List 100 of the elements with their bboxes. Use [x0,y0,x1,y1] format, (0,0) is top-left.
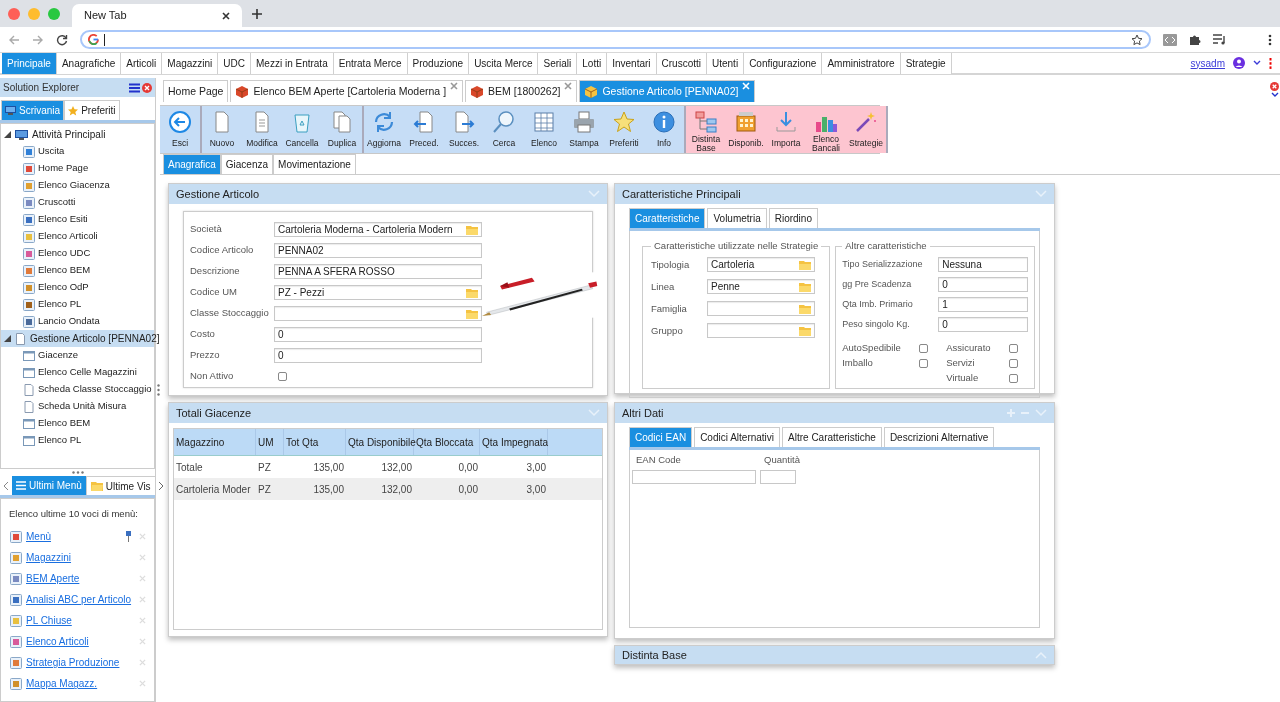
input-field[interactable]: PENNA02 [274,243,482,258]
lookup-field[interactable]: Penne [707,279,815,295]
pin-icon[interactable] [125,531,132,543]
toolbar-button[interactable]: Esci [160,106,200,153]
recent-link[interactable]: Menù [26,529,51,545]
tab[interactable]: Ultime Vis [85,476,156,495]
more-icon[interactable] [1268,33,1272,46]
tree-item[interactable]: Elenco Celle Magazzini [1,364,154,381]
toolbar-button[interactable]: Distinta Base [686,106,726,153]
input-field[interactable] [760,470,796,485]
menu-item[interactable]: UDC [218,52,251,74]
toolbar-button[interactable]: Duplica [322,106,362,153]
splitter-handle-icon[interactable] [156,384,160,396]
chevron-down-icon[interactable] [1253,60,1261,66]
tree-item[interactable]: Scheda Unità Misura [1,398,154,415]
lookup-field[interactable]: Cartoleria Moderna - Cartoleria Modern [274,222,482,237]
user-link[interactable]: sysadm [1190,55,1225,71]
menu-item[interactable]: Inventari [607,52,657,74]
toolbar-button[interactable]: Stampa [564,106,604,153]
back-icon[interactable] [8,33,20,46]
menu-item[interactable]: Amministratore [822,52,901,74]
tree-item[interactable]: Elenco PL [1,432,154,449]
input-field[interactable]: 1 [938,297,1029,313]
tree-item[interactable]: Elenco Esiti [1,211,154,228]
input-field[interactable]: 0 [938,277,1029,293]
tree-item[interactable]: Elenco BEM [1,262,154,279]
document-tab[interactable]: BEM [1800262] [465,80,578,102]
toolbar-button[interactable]: Strategie [846,106,886,153]
tab[interactable]: Volumetria [707,208,767,228]
tab[interactable]: Giacenza [220,154,274,174]
checkbox[interactable] [1009,343,1019,353]
toolbar-button[interactable]: Succes. [444,106,484,153]
menu-item[interactable]: Lotti [577,52,608,74]
tree-item[interactable]: Elenco Articoli [1,228,154,245]
toolbar-button[interactable]: Preferiti [604,106,644,153]
menu-item[interactable]: Magazzini [162,52,219,74]
toolbar-button[interactable]: Info [644,106,684,153]
tab[interactable]: Preferiti [64,100,120,120]
new-tab-icon[interactable] [252,8,262,19]
input-field[interactable]: Nessuna [938,257,1029,273]
close-icon[interactable] [222,11,230,20]
tab[interactable]: Codici Alternativi [694,427,781,447]
scroll-left-icon[interactable] [3,480,9,491]
code-extension-icon[interactable] [1163,33,1177,46]
lookup-field[interactable]: PZ - Pezzi [274,285,482,300]
input-field[interactable]: 0 [274,327,482,342]
tree-item[interactable]: Home Page [1,160,154,177]
input-field[interactable]: 0 [938,317,1029,333]
menu-item[interactable]: Uscita Merce [469,52,539,74]
toolbar-button[interactable]: Preced. [404,106,444,153]
user-icon[interactable] [1233,57,1245,69]
checkbox[interactable] [919,343,929,353]
document-tab[interactable]: Elenco BEM Aperte [Cartoleria Moderna ] [230,80,464,102]
input-field[interactable] [632,470,756,485]
recent-link[interactable]: PL Chiuse [26,613,72,629]
tree-item[interactable]: Elenco UDC [1,245,154,262]
tree-item[interactable]: Attività Principali [1,126,154,143]
toolbar-button[interactable]: Cancella [282,106,322,153]
tree-item[interactable]: Giacenze [1,347,154,364]
tab[interactable]: Altre Caratteristiche [782,427,882,447]
toolbar-button[interactable]: Disponib. [726,106,766,153]
tree-item[interactable]: Elenco OdP [1,279,154,296]
input-field[interactable]: 0 [274,348,482,363]
document-tab[interactable]: Home Page [163,80,229,102]
tree-item[interactable]: Elenco PL [1,296,154,313]
checkbox[interactable] [919,358,929,368]
puzzle-icon[interactable] [1189,33,1201,46]
checkbox[interactable] [1009,373,1019,383]
tree-item[interactable]: Elenco Giacenza [1,177,154,194]
toolbar-button[interactable]: Nuovo [202,106,242,153]
tree-item[interactable]: Uscita [1,143,154,160]
recent-link[interactable]: Elenco Articoli [26,634,89,650]
menu-item[interactable]: Mezzi in Entrata [251,52,334,74]
toolbar-button[interactable]: Modifica [242,106,282,153]
tree-item[interactable]: Lancio Ondata [1,313,154,330]
chevron-down-icon[interactable] [1270,92,1279,97]
tree-item[interactable]: Elenco BEM [1,415,154,432]
menu-item[interactable]: Articoli [121,52,163,74]
tree-item[interactable]: Cruscotti [1,194,154,211]
splitter-handle-icon[interactable] [71,471,84,474]
menu-item[interactable]: Seriali [538,52,578,74]
toolbar-button[interactable]: Elenco [524,106,564,153]
tab[interactable]: Movimentazione [273,154,356,174]
reload-icon[interactable] [56,33,68,46]
menu-item[interactable]: Configurazione [744,52,823,74]
menu-icon[interactable] [129,82,140,93]
input-field[interactable]: PENNA A SFERA ROSSO [274,264,482,279]
tab[interactable]: Descrizioni Alternative [883,427,995,447]
playlist-icon[interactable] [1213,34,1226,45]
menu-item[interactable]: Utenti [707,52,745,74]
browser-tab[interactable]: New Tab [72,4,242,27]
lookup-field[interactable] [707,323,815,339]
checkbox[interactable] [278,372,287,381]
bookmark-star-icon[interactable] [1131,33,1143,46]
forward-icon[interactable] [32,33,44,46]
window-close-icon[interactable] [8,7,20,20]
recent-link[interactable]: BEM Aperte [26,571,80,587]
checkbox[interactable] [1009,358,1019,368]
scroll-right-icon[interactable] [157,480,164,491]
toolbar-button[interactable]: Elenco Bancali [806,106,846,153]
